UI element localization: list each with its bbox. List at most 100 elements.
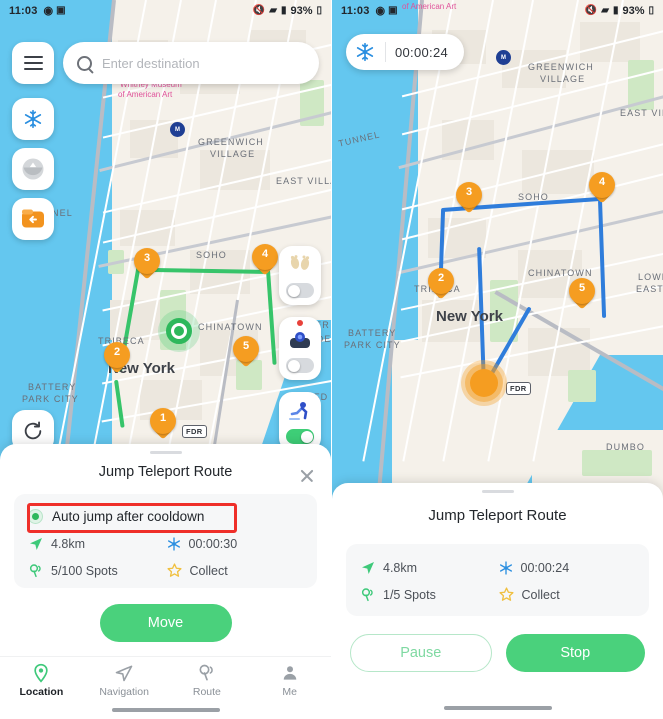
sheet-title: Jump Teleport Route xyxy=(98,464,233,480)
pin-number: 5 xyxy=(578,282,586,294)
map-label: DUMBO xyxy=(606,442,645,452)
route-pin-2[interactable]: 2 xyxy=(428,268,454,302)
stat-distance: 4.8km xyxy=(28,536,166,552)
stat-cooldown: 00:00:24 xyxy=(498,560,636,576)
map-label: SOHO xyxy=(196,250,227,260)
tab-route[interactable]: Route xyxy=(166,663,249,698)
tab-label: Location xyxy=(19,686,64,698)
active-position-marker xyxy=(461,360,507,406)
navigation-arrow-icon xyxy=(30,538,42,550)
snowflake-icon xyxy=(356,42,374,62)
joystick-button[interactable] xyxy=(12,148,54,190)
map-label: GREENWICH xyxy=(528,62,594,72)
pin-number: 3 xyxy=(143,252,151,264)
home-indicator xyxy=(443,706,552,710)
map-label: CHINATOWN xyxy=(528,268,593,278)
stop-button[interactable]: Stop xyxy=(505,634,645,672)
map-label: BATTERY xyxy=(348,328,397,338)
joystick-switch[interactable] xyxy=(286,358,314,373)
search-placeholder: Enter destination xyxy=(102,55,200,71)
freeze-teleport-button[interactable] xyxy=(12,98,54,140)
joystick-toggle[interactable] xyxy=(279,317,321,380)
tab-location[interactable]: Location xyxy=(0,663,83,698)
pause-button[interactable]: Pause xyxy=(350,634,492,672)
route-info-card: 4.8km 00:00:24 1/5 Spots Collect xyxy=(346,544,649,616)
mute-icon: 🔇 xyxy=(584,5,598,16)
map-label: GREENWICH xyxy=(198,137,264,147)
pin-number: 2 xyxy=(437,272,445,284)
stat-spots: 5/100 Spots xyxy=(28,562,166,579)
stat-cooldown: 00:00:30 xyxy=(166,536,304,552)
spots-icon xyxy=(361,587,373,601)
dual-phone-screenshot: Whitney Museum of American Art GREENWICH… xyxy=(0,0,663,719)
joystick-icon xyxy=(287,327,313,353)
route-pin-5[interactable]: 5 xyxy=(233,336,259,370)
pin-number: 5 xyxy=(242,340,250,352)
route-pin-5[interactable]: 5 xyxy=(569,278,595,312)
highway-shield: FDR xyxy=(182,425,207,438)
search-icon xyxy=(77,55,92,71)
stat-value: Collect xyxy=(521,587,560,602)
footprints-icon xyxy=(287,252,313,278)
move-button[interactable]: Move xyxy=(99,604,232,642)
route-pin-3[interactable]: 3 xyxy=(456,182,482,216)
tab-me[interactable]: Me xyxy=(248,663,331,698)
map-label: NEL xyxy=(52,208,73,218)
stat-value: 4.8km xyxy=(51,537,86,551)
stat-collect[interactable]: Collect xyxy=(498,586,636,603)
jump-teleport-sheet-left: Jump Teleport Route Auto jump after cool… xyxy=(0,443,331,719)
hamburger-icon[interactable] xyxy=(12,42,54,84)
gallery-icon: ▣ xyxy=(56,5,66,16)
map-label: LOWE xyxy=(638,272,663,282)
spots-icon xyxy=(29,563,41,577)
sheet-title: Jump Teleport Route xyxy=(428,507,567,524)
stat-value: Collect xyxy=(189,563,228,578)
runner-icon xyxy=(287,398,313,424)
map-city-label: New York xyxy=(436,308,503,325)
wifi-icon: ▰ xyxy=(601,5,609,16)
status-bar-left: 11:03 ◉ ▣ 🔇 ▰ ▮ 93% ▯ xyxy=(0,0,331,22)
cooldown-timer-chip[interactable]: 00:00:24 xyxy=(346,34,465,70)
stat-spots: 1/5 Spots xyxy=(360,586,498,603)
tab-label: Route xyxy=(192,686,221,698)
left-phone-screen: Whitney Museum of American Art GREENWICH… xyxy=(0,0,331,719)
search-input[interactable]: Enter destination xyxy=(63,42,319,84)
pin-icon xyxy=(34,663,49,683)
pin-number: 1 xyxy=(159,412,167,424)
pin-number: 4 xyxy=(261,248,269,260)
route-folder-button[interactable] xyxy=(12,198,54,240)
route-pin-1[interactable]: 1 xyxy=(150,408,176,442)
walk-speed-switch[interactable] xyxy=(286,429,314,444)
subway-icon: M xyxy=(170,122,185,137)
tab-navigation[interactable]: Navigation xyxy=(83,663,166,698)
close-icon[interactable] xyxy=(299,468,315,484)
gallery-icon: ▣ xyxy=(388,5,398,16)
route-stats: 4.8km 00:00:24 1/5 Spots Collect xyxy=(346,556,649,603)
stat-collect[interactable]: Collect xyxy=(166,562,304,579)
radio-selected-icon xyxy=(28,509,43,524)
map-label: PARK CITY xyxy=(22,394,79,404)
home-indicator xyxy=(111,708,220,712)
route-icon xyxy=(199,664,213,681)
tab-label: Me xyxy=(282,686,297,698)
signal-icon: ▮ xyxy=(612,5,619,16)
bottom-tab-bar: Location Navigation Route Me xyxy=(0,656,331,700)
footprint-switch[interactable] xyxy=(286,283,314,298)
footprint-toggle[interactable] xyxy=(279,246,321,305)
route-pin-3[interactable]: 3 xyxy=(134,248,160,282)
route-pin-4[interactable]: 4 xyxy=(252,244,278,278)
pin-number: 2 xyxy=(113,346,121,358)
search-row-left: Enter destination xyxy=(12,42,319,84)
status-time: 11:03 xyxy=(9,5,38,17)
route-pin-2[interactable]: 2 xyxy=(104,342,130,376)
auto-jump-after-cooldown-option[interactable]: Auto jump after cooldown xyxy=(14,503,317,532)
walk-speed-toggle[interactable] xyxy=(279,392,321,451)
navigation-arrow-icon xyxy=(362,562,374,574)
highway-shield: FDR xyxy=(506,382,531,395)
sheet-actions: Pause Stop xyxy=(332,616,663,672)
stat-value: 00:00:30 xyxy=(188,537,238,551)
mute-icon: 🔇 xyxy=(252,5,266,16)
option-label: Auto jump after cooldown xyxy=(52,509,205,524)
pin-number: 4 xyxy=(598,176,606,188)
route-pin-4[interactable]: 4 xyxy=(589,172,615,206)
